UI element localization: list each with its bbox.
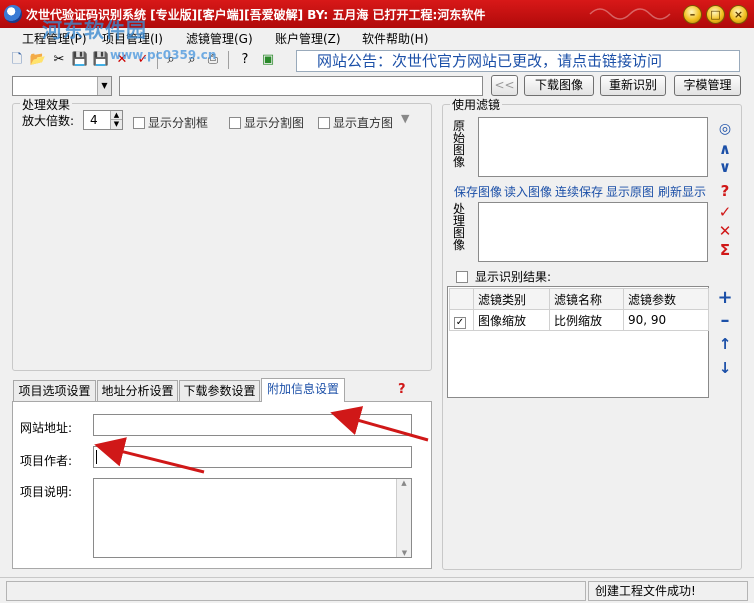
move-down-icon[interactable]: ∨	[716, 158, 734, 176]
menu-account[interactable]: 账户管理(Z)	[275, 30, 341, 47]
description-textarea[interactable]	[93, 478, 412, 558]
site-notice-link[interactable]: 网站公告：次世代官方网站已更改，请点击链接访问	[296, 50, 740, 72]
arrow-up-icon[interactable]: ↑	[716, 335, 734, 353]
status-cell-empty	[6, 581, 586, 601]
filter-params-cell: 90, 90	[623, 309, 709, 331]
show-original-link[interactable]: 显示原图	[606, 183, 654, 200]
zoom-value: 4	[90, 113, 98, 127]
column-header: 滤镜参数	[623, 288, 709, 310]
show-histogram-checkbox[interactable]: 显示直方图	[318, 114, 393, 131]
zoom-label: 放大倍数:	[22, 114, 75, 128]
scrollbar[interactable]: ▲ ▼	[396, 479, 411, 557]
prev-button[interactable]: <<	[491, 75, 518, 96]
tab-address-analysis[interactable]: 地址分析设置	[97, 380, 178, 402]
watermark-url: www.pc0359.cn	[110, 48, 217, 62]
filter-category-cell: 图像缩放	[473, 309, 550, 331]
help-pointer-icon[interactable]: ?	[236, 51, 254, 69]
arrow-down-icon[interactable]: ↓	[716, 359, 734, 377]
new-file-icon[interactable]: 🗋	[8, 51, 26, 69]
minimize-button[interactable]: –	[683, 5, 702, 24]
save-all-icon[interactable]: 💾	[92, 51, 110, 69]
template-manage-button[interactable]: 字模管理	[674, 75, 741, 96]
close-button[interactable]: ×	[729, 5, 748, 24]
remove-icon[interactable]: –	[716, 312, 734, 330]
help-icon[interactable]: ?	[716, 182, 734, 200]
extra-info-panel: 网站地址: 项目作者: 项目说明: ▲ ▼	[12, 401, 432, 569]
add-icon[interactable]: +	[716, 289, 734, 307]
tab-extra-info[interactable]: 附加信息设置	[261, 378, 345, 402]
author-label: 项目作者:	[20, 454, 73, 468]
check-mark-icon[interactable]: ✓	[716, 203, 734, 221]
stepper-down-icon[interactable]: ▼	[110, 120, 122, 129]
table-row[interactable]: ✓ 图像缩放 比例缩放 90, 90	[449, 309, 709, 331]
stepper-up-icon[interactable]: ▲	[110, 111, 122, 120]
toolbar-separator	[228, 51, 229, 69]
move-up-icon[interactable]: ∧	[716, 140, 734, 158]
column-header: 滤镜类别	[473, 288, 550, 310]
open-folder-icon[interactable]: 📂	[29, 51, 47, 69]
menu-filter[interactable]: 滤镜管理(G)	[186, 30, 253, 47]
maximize-button[interactable]: □	[706, 5, 725, 24]
status-bar: 创建工程文件成功!	[0, 577, 754, 603]
cut-icon[interactable]: ✂	[50, 51, 68, 69]
status-message: 创建工程文件成功!	[588, 581, 748, 601]
reidentify-button[interactable]: 重新识别	[600, 75, 666, 96]
continuous-save-link[interactable]: 连续保存	[555, 183, 603, 200]
sum-icon[interactable]: Σ	[716, 241, 734, 259]
effects-group	[12, 103, 432, 371]
tab-download-params[interactable]: 下载参数设置	[179, 380, 260, 402]
site-url-label: 网站地址:	[20, 421, 73, 435]
chevron-down-icon: ▼	[97, 77, 111, 95]
delete-x-icon[interactable]: ✕	[716, 222, 734, 240]
description-label: 项目说明:	[20, 485, 73, 499]
grid-corner-cell	[449, 288, 474, 310]
filters-group-label: 使用滤镜	[450, 96, 503, 113]
filter-name-cell: 比例缩放	[549, 309, 624, 331]
save-image-link[interactable]: 保存图像	[454, 183, 502, 200]
original-image-label: 原始图像	[452, 119, 465, 169]
processed-image-label: 处理图像	[452, 202, 465, 252]
show-result-checkbox[interactable]: 显示识别结果:	[456, 268, 551, 285]
text-cursor	[96, 450, 97, 464]
author-input[interactable]	[93, 446, 412, 468]
title-decoration-icon	[589, 8, 671, 20]
image-icon[interactable]: ▣	[259, 51, 277, 69]
help-question-icon[interactable]: ?	[398, 382, 406, 397]
row-checkbox[interactable]: ✓	[449, 309, 474, 331]
save-icon[interactable]: 💾	[71, 51, 89, 69]
target-icon[interactable]: ◎	[716, 120, 734, 138]
app-icon	[4, 5, 22, 23]
scroll-down-icon[interactable]: ▼	[397, 549, 412, 557]
original-image-box	[478, 117, 708, 177]
download-image-button[interactable]: 下载图像	[524, 75, 594, 96]
dropdown-triangle-icon[interactable]: ▼	[401, 112, 409, 125]
filter-table: 滤镜类别 滤镜名称 滤镜参数 ✓ 图像缩放 比例缩放 90, 90	[449, 288, 709, 331]
site-url-input[interactable]	[93, 414, 412, 436]
show-split-image-checkbox[interactable]: 显示分割图	[229, 114, 304, 131]
watermark-text: 河东软件园	[42, 18, 147, 42]
refresh-display-link[interactable]: 刷新显示	[658, 183, 706, 200]
tab-project-options[interactable]: 项目选项设置	[13, 380, 96, 402]
show-split-box-checkbox[interactable]: 显示分割框	[133, 114, 208, 131]
column-header: 滤镜名称	[549, 288, 624, 310]
project-dropdown[interactable]: ▼	[12, 76, 112, 96]
url-input[interactable]	[119, 76, 483, 96]
menu-help[interactable]: 软件帮助(H)	[362, 30, 428, 47]
processed-image-box	[478, 202, 708, 262]
zoom-stepper[interactable]: 4 ▲ ▼	[83, 110, 123, 130]
scroll-up-icon[interactable]: ▲	[397, 479, 411, 487]
load-image-link[interactable]: 读入图像	[504, 183, 552, 200]
effects-group-label: 处理效果	[20, 96, 73, 113]
